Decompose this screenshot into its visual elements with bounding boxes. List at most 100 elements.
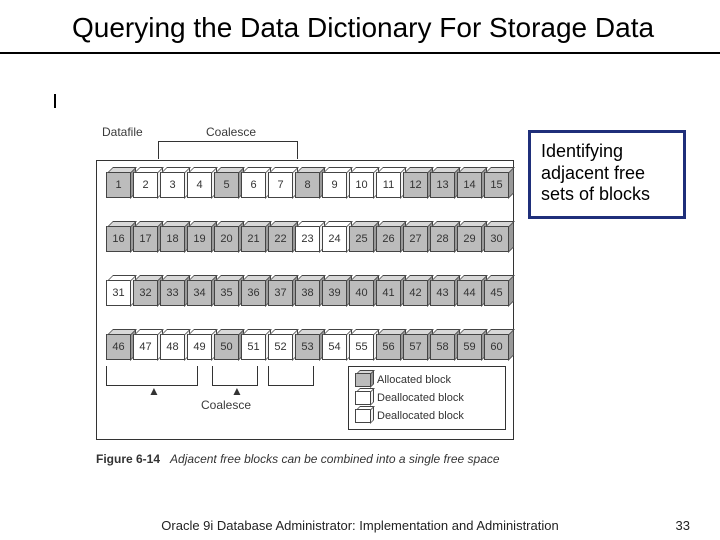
arrow-up-icon: ▲	[231, 384, 243, 398]
block-number: 26	[382, 233, 394, 245]
legend-swatch	[355, 409, 371, 423]
block-number: 42	[409, 287, 421, 299]
block-number: 11	[383, 179, 394, 191]
callout-box: Identifying adjacent free sets of blocks	[528, 130, 686, 219]
storage-block: 13	[430, 172, 455, 198]
block-number: 12	[409, 179, 421, 191]
storage-block: 7	[268, 172, 293, 198]
storage-block: 18	[160, 226, 185, 252]
storage-block: 25	[349, 226, 374, 252]
block-number: 55	[355, 341, 367, 353]
block-number: 58	[436, 341, 448, 353]
storage-block: 36	[241, 280, 266, 306]
block-number: 50	[220, 341, 232, 353]
storage-block: 26	[376, 226, 401, 252]
block-number: 36	[247, 287, 259, 299]
block-number: 16	[112, 233, 124, 245]
block-number: 7	[277, 179, 283, 191]
legend-row: Deallocated block	[355, 389, 499, 407]
block-number: 31	[112, 287, 124, 299]
block-number: 39	[328, 287, 340, 299]
storage-block: 3	[160, 172, 185, 198]
legend-row: Allocated block	[355, 371, 499, 389]
storage-block: 55	[349, 334, 374, 360]
storage-block: 52	[268, 334, 293, 360]
block-number: 5	[223, 179, 229, 191]
storage-block: 42	[403, 280, 428, 306]
storage-block: 10	[349, 172, 374, 198]
block-number: 40	[355, 287, 367, 299]
block-number: 17	[139, 233, 151, 245]
storage-block: 22	[268, 226, 293, 252]
block-number: 8	[304, 179, 310, 191]
storage-block: 23	[295, 226, 320, 252]
block-number: 15	[490, 179, 502, 191]
storage-block: 31	[106, 280, 131, 306]
legend-box: Allocated blockDeallocated blockDealloca…	[348, 366, 506, 430]
storage-block: 16	[106, 226, 131, 252]
storage-block: 27	[403, 226, 428, 252]
block-row-1: 123456789101112131415	[106, 172, 511, 204]
footer-text: Oracle 9i Database Administrator: Implem…	[0, 518, 720, 533]
storage-block: 11	[376, 172, 401, 198]
storage-block: 32	[133, 280, 158, 306]
storage-block: 5	[214, 172, 239, 198]
coalesce-top-label: Coalesce	[206, 125, 256, 139]
storage-block: 34	[187, 280, 212, 306]
storage-block: 44	[457, 280, 482, 306]
storage-block: 41	[376, 280, 401, 306]
block-number: 23	[301, 233, 313, 245]
arrow-up-icon: ▲	[148, 384, 160, 398]
storage-block: 12	[403, 172, 428, 198]
storage-block: 28	[430, 226, 455, 252]
storage-block: 39	[322, 280, 347, 306]
block-number: 32	[139, 287, 151, 299]
coalesce-bracket-1	[106, 366, 198, 386]
block-number: 9	[331, 179, 337, 191]
block-number: 20	[220, 233, 232, 245]
block-number: 51	[247, 341, 259, 353]
title-underline	[0, 52, 720, 54]
storage-block: 48	[160, 334, 185, 360]
block-number: 35	[220, 287, 232, 299]
block-number: 54	[328, 341, 340, 353]
storage-block: 1	[106, 172, 131, 198]
block-number: 53	[301, 341, 313, 353]
block-number: 44	[463, 287, 475, 299]
block-number: 21	[247, 233, 259, 245]
storage-block: 14	[457, 172, 482, 198]
storage-block: 53	[295, 334, 320, 360]
block-number: 56	[382, 341, 394, 353]
block-number: 43	[436, 287, 448, 299]
caption-text: Adjacent free blocks can be combined int…	[170, 452, 500, 466]
storage-block: 46	[106, 334, 131, 360]
storage-block: 6	[241, 172, 266, 198]
block-number: 24	[328, 233, 340, 245]
storage-block: 56	[376, 334, 401, 360]
block-number: 2	[142, 179, 148, 191]
block-number: 28	[436, 233, 448, 245]
callout-text: Identifying adjacent free sets of blocks	[541, 141, 650, 204]
storage-block: 57	[403, 334, 428, 360]
storage-block: 59	[457, 334, 482, 360]
storage-block: 33	[160, 280, 185, 306]
storage-block: 37	[268, 280, 293, 306]
legend-swatch	[355, 391, 371, 405]
legend-label: Deallocated block	[377, 410, 464, 422]
datafile-label: Datafile	[102, 125, 143, 139]
block-number: 27	[409, 233, 421, 245]
block-number: 46	[112, 341, 124, 353]
slide-title: Querying the Data Dictionary For Storage…	[0, 0, 720, 52]
coalesce-bracket-2	[212, 366, 258, 386]
block-number: 19	[193, 233, 205, 245]
storage-block: 49	[187, 334, 212, 360]
title-tick	[54, 94, 56, 108]
storage-block: 8	[295, 172, 320, 198]
storage-block: 17	[133, 226, 158, 252]
storage-block: 58	[430, 334, 455, 360]
storage-block: 19	[187, 226, 212, 252]
block-number: 6	[250, 179, 256, 191]
block-number: 10	[355, 179, 367, 191]
caption-prefix: Figure 6-14	[96, 452, 160, 466]
storage-block: 15	[484, 172, 509, 198]
